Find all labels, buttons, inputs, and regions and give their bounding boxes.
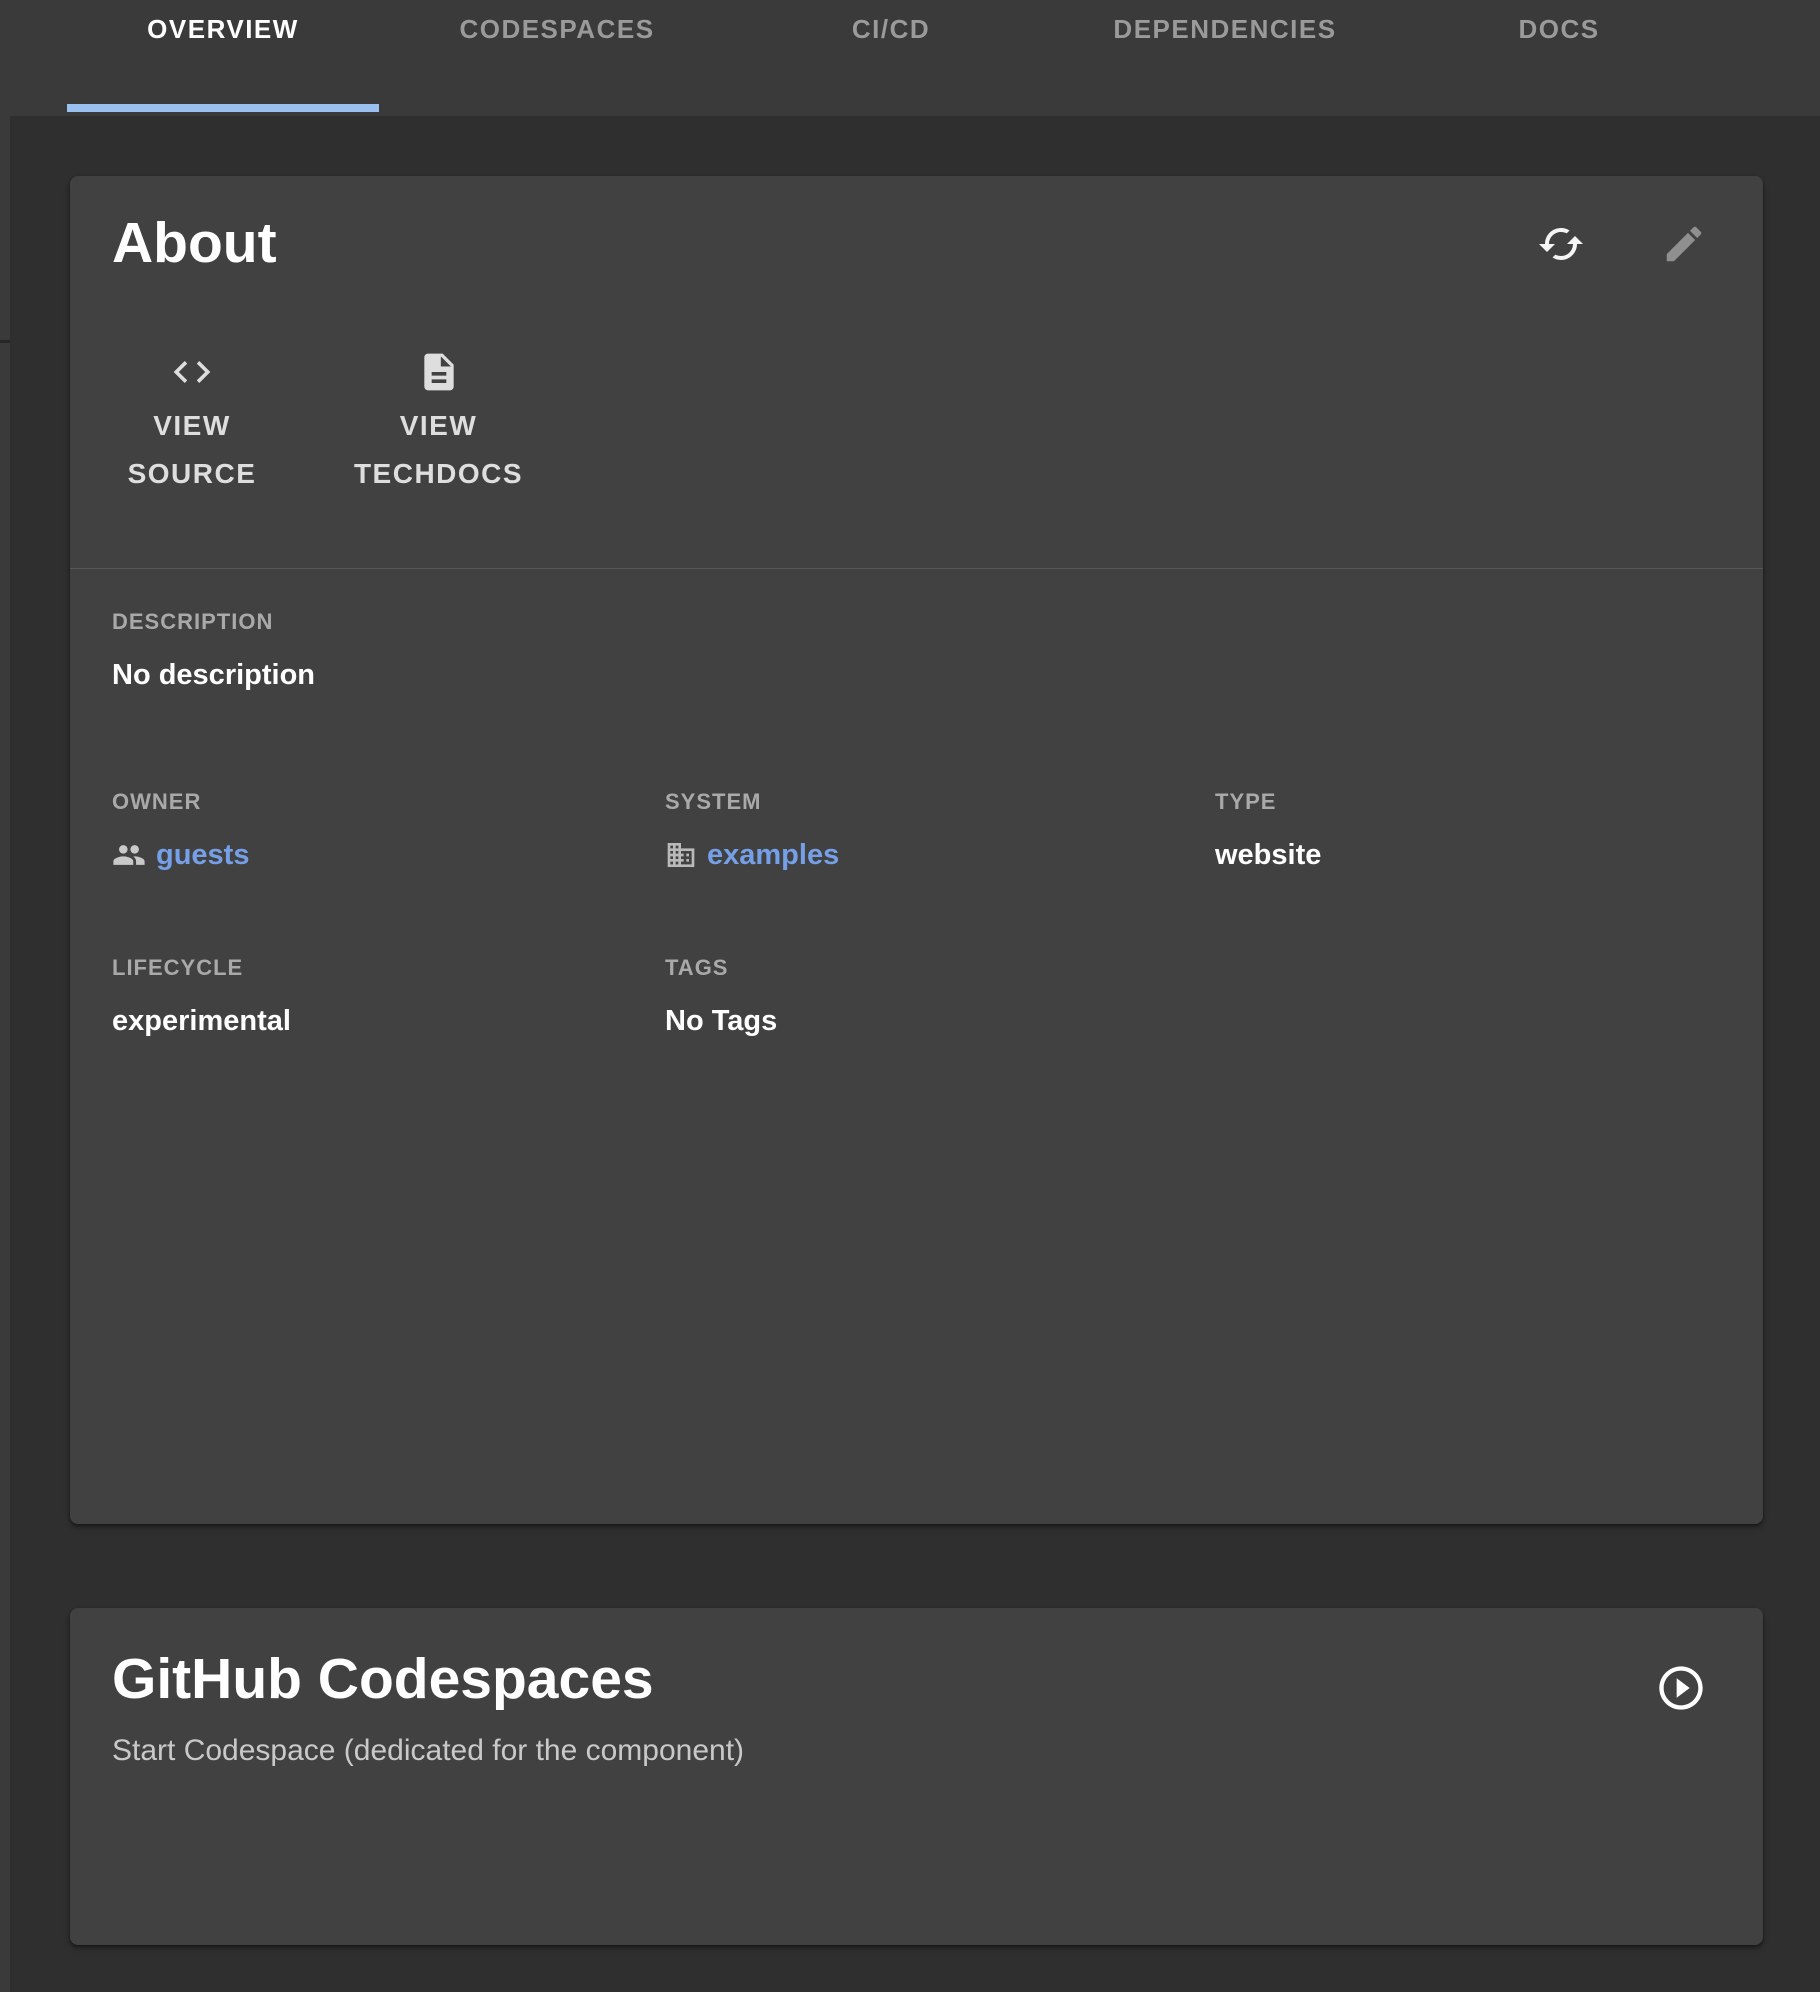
tab-dependencies-label: DEPENDENCIES <box>1113 14 1336 116</box>
lifecycle-value: experimental <box>112 1003 665 1039</box>
about-card-content: DESCRIPTION No description OWNER guests … <box>70 569 1763 1039</box>
description-value: No description <box>112 657 1721 693</box>
start-codespace-button[interactable] <box>1655 1662 1707 1714</box>
tags-label: TAGS <box>665 955 1215 981</box>
tab-codespaces-label: CODESPACES <box>459 14 654 116</box>
codespaces-card-heading: GitHub Codespaces Start Codespace (dedic… <box>112 1648 744 1770</box>
type-value: website <box>1215 837 1721 873</box>
owner-link[interactable]: guests <box>112 837 249 873</box>
tab-cicd[interactable]: CI/CD <box>735 0 1047 116</box>
edit-button[interactable] <box>1661 221 1707 267</box>
owner-field: OWNER guests <box>112 789 665 877</box>
about-card-header: About <box>70 176 1763 276</box>
owner-link-label: guests <box>156 837 249 873</box>
owner-label: OWNER <box>112 789 665 815</box>
tab-overview[interactable]: OVERVIEW <box>67 0 379 116</box>
type-field: TYPE website <box>1215 789 1721 877</box>
tags-field: TAGS No Tags <box>665 955 1215 1039</box>
domain-icon <box>665 839 697 871</box>
description-label: DESCRIPTION <box>112 609 1721 635</box>
tab-cicd-label: CI/CD <box>852 14 930 116</box>
sidebar-edge-divider <box>0 340 10 343</box>
view-source-button[interactable]: VIEW SOURCE <box>112 350 272 498</box>
code-icon <box>170 350 214 394</box>
view-source-label: VIEW SOURCE <box>112 402 272 498</box>
codespaces-card-subtitle: Start Codespace (dedicated for the compo… <box>112 1732 744 1770</box>
tab-dependencies[interactable]: DEPENDENCIES <box>1069 0 1381 116</box>
edit-icon <box>1661 221 1707 267</box>
about-card-links: VIEW SOURCE VIEW TECHDOCS <box>70 350 1763 498</box>
sidebar-edge <box>0 116 10 1992</box>
refresh-button[interactable] <box>1537 220 1585 268</box>
type-label: TYPE <box>1215 789 1721 815</box>
tab-codespaces[interactable]: CODESPACES <box>401 0 713 116</box>
tab-overview-label: OVERVIEW <box>147 14 299 116</box>
about-card-actions <box>1537 220 1707 268</box>
github-codespaces-card: GitHub Codespaces Start Codespace (dedic… <box>70 1608 1763 1945</box>
tags-value: No Tags <box>665 1003 1215 1039</box>
tab-docs[interactable]: DOCS <box>1403 0 1715 116</box>
view-techdocs-button[interactable]: VIEW TECHDOCS <box>346 350 531 498</box>
system-label: SYSTEM <box>665 789 1215 815</box>
system-link[interactable]: examples <box>665 837 839 873</box>
view-techdocs-label: VIEW TECHDOCS <box>346 402 531 498</box>
lifecycle-label: LIFECYCLE <box>112 955 665 981</box>
refresh-icon <box>1537 220 1585 268</box>
tab-docs-label: DOCS <box>1518 14 1599 116</box>
system-link-label: examples <box>707 837 839 873</box>
about-fields-grid: OWNER guests SYSTEM examples <box>112 789 1721 1039</box>
about-card-title: About <box>112 212 277 276</box>
about-card: About VIEW SOURCE VIEW T <box>70 176 1763 1524</box>
play-circle-icon <box>1655 1662 1707 1714</box>
codespaces-card-header: GitHub Codespaces Start Codespace (dedic… <box>70 1608 1763 1770</box>
codespaces-card-title: GitHub Codespaces <box>112 1648 744 1712</box>
techdocs-icon <box>417 350 461 394</box>
entity-tab-bar: OVERVIEW CODESPACES CI/CD DEPENDENCIES D… <box>0 0 1820 116</box>
lifecycle-field: LIFECYCLE experimental <box>112 955 665 1039</box>
system-field: SYSTEM examples <box>665 789 1215 877</box>
active-tab-indicator <box>67 104 379 112</box>
description-field: DESCRIPTION No description <box>112 609 1721 693</box>
group-icon <box>112 838 146 872</box>
